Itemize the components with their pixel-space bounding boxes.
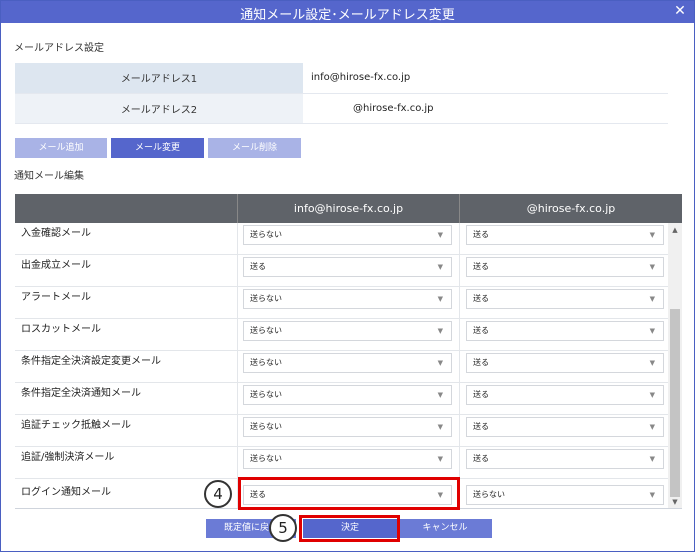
select-value: 送らない (250, 326, 282, 335)
notification-grid: info@hirose-fx.co.jp @hirose-fx.co.jp 入金… (15, 194, 682, 509)
grid-header: info@hirose-fx.co.jp @hirose-fx.co.jp (15, 194, 682, 223)
send-select[interactable]: 送る ▼ (466, 225, 664, 245)
table-row: 追証チェック抵触メール 送らない ▼ 送る ▼ (15, 415, 668, 447)
highlight-box (299, 515, 400, 542)
row-label: ロスカットメール (21, 324, 101, 335)
chevron-down-icon: ▼ (437, 455, 443, 463)
column-header (15, 194, 237, 223)
address-value[interactable]: info@hirose-fx.co.jp (303, 63, 668, 94)
send-select[interactable]: 送らない ▼ (243, 321, 452, 341)
select-value: 送る (473, 358, 489, 367)
select-value: 送らない (473, 490, 505, 499)
step-badge: 5 (269, 514, 297, 542)
address-label: メールアドレス1 (15, 63, 303, 94)
chevron-down-icon: ▼ (437, 359, 443, 367)
select-value: 送る (473, 262, 489, 271)
dialog-window: 通知メール設定･メールアドレス変更 ✕ メールアドレス設定 メールアドレス1 i… (0, 0, 695, 552)
send-select[interactable]: 送らない ▼ (466, 485, 664, 505)
change-email-button[interactable]: メール変更 (111, 138, 204, 158)
send-select[interactable]: 送る ▼ (466, 417, 664, 437)
table-row: 出金成立メール 送る ▼ 送る ▼ (15, 255, 668, 287)
select-value: 送らない (250, 454, 282, 463)
row-label: 入金確認メール (21, 228, 91, 239)
step-badge: 4 (204, 480, 232, 508)
row-label: 出金成立メール (21, 260, 91, 271)
address-row: メールアドレス1 info@hirose-fx.co.jp (15, 63, 668, 94)
select-value: 送る (473, 230, 489, 239)
send-select[interactable]: 送らない ▼ (243, 385, 452, 405)
chevron-down-icon: ▼ (649, 263, 655, 271)
send-select[interactable]: 送る ▼ (466, 321, 664, 341)
send-select[interactable]: 送らない ▼ (243, 449, 452, 469)
select-value: 送る (250, 262, 266, 271)
highlight-box (238, 477, 460, 510)
select-value: 送る (473, 390, 489, 399)
row-label: アラートメール (21, 292, 91, 303)
address-row: メールアドレス2 @hirose-fx.co.jp (15, 93, 668, 124)
select-value: 送らない (250, 358, 282, 367)
row-label: 条件指定全決済通知メール (21, 388, 141, 399)
chevron-down-icon: ▼ (437, 263, 443, 271)
send-select[interactable]: 送る ▼ (466, 353, 664, 373)
select-value: 送らない (250, 422, 282, 431)
send-select[interactable]: 送らない ▼ (243, 289, 452, 309)
chevron-down-icon: ▼ (649, 491, 655, 499)
table-row: 入金確認メール 送らない ▼ 送る ▼ (15, 223, 668, 255)
chevron-down-icon: ▼ (649, 359, 655, 367)
add-email-button[interactable]: メール追加 (15, 138, 107, 158)
send-select[interactable]: 送る ▼ (466, 449, 664, 469)
address-label: メールアドレス2 (15, 93, 303, 124)
send-select[interactable]: 送る ▼ (466, 257, 664, 277)
select-value: 送る (473, 326, 489, 335)
scroll-up-icon[interactable]: ▲ (668, 223, 682, 237)
chevron-down-icon: ▼ (649, 455, 655, 463)
select-value: 送る (473, 454, 489, 463)
address-table: メールアドレス1 info@hirose-fx.co.jp メールアドレス2 @… (15, 63, 668, 124)
column-header: @hirose-fx.co.jp (459, 194, 682, 223)
delete-email-button[interactable]: メール削除 (208, 138, 301, 158)
close-icon[interactable]: ✕ (672, 3, 688, 19)
vertical-scrollbar[interactable]: ▲ ▼ (668, 223, 682, 508)
chevron-down-icon: ▼ (437, 327, 443, 335)
cancel-button[interactable]: キャンセル (398, 519, 492, 538)
send-select[interactable]: 送る ▼ (466, 385, 664, 405)
select-value: 送らない (250, 230, 282, 239)
address-value[interactable]: @hirose-fx.co.jp (303, 93, 668, 124)
send-select[interactable]: 送る ▼ (243, 257, 452, 277)
send-select[interactable]: 送らない ▼ (243, 353, 452, 373)
notify-section-label: 通知メール編集 (14, 171, 84, 182)
chevron-down-icon: ▼ (649, 391, 655, 399)
chevron-down-icon: ▼ (649, 327, 655, 335)
chevron-down-icon: ▼ (437, 295, 443, 303)
row-label: ログイン通知メール (21, 487, 111, 498)
send-select[interactable]: 送る ▼ (466, 289, 664, 309)
column-header: info@hirose-fx.co.jp (237, 194, 459, 223)
table-row: ロスカットメール 送らない ▼ 送る ▼ (15, 319, 668, 351)
chevron-down-icon: ▼ (437, 231, 443, 239)
table-row: 追証/強制決済メール 送らない ▼ 送る ▼ (15, 447, 668, 479)
select-value: 送らない (250, 390, 282, 399)
chevron-down-icon: ▼ (437, 391, 443, 399)
scrollbar-thumb[interactable] (670, 309, 680, 497)
row-label: 追証/強制決済メール (21, 452, 115, 463)
address-section-label: メールアドレス設定 (14, 43, 104, 54)
table-row: アラートメール 送らない ▼ 送る ▼ (15, 287, 668, 319)
chevron-down-icon: ▼ (649, 231, 655, 239)
chevron-down-icon: ▼ (649, 423, 655, 431)
table-row: 条件指定全決済設定変更メール 送らない ▼ 送る ▼ (15, 351, 668, 383)
select-value: 送らない (250, 294, 282, 303)
select-value: 送る (473, 422, 489, 431)
table-row: 条件指定全決済通知メール 送らない ▼ 送る ▼ (15, 383, 668, 415)
select-value: 送る (473, 294, 489, 303)
send-select[interactable]: 送らない ▼ (243, 225, 452, 245)
row-label: 条件指定全決済設定変更メール (21, 356, 161, 367)
row-label: 追証チェック抵触メール (21, 420, 131, 431)
dialog-title: 通知メール設定･メールアドレス変更 (240, 8, 455, 23)
send-select[interactable]: 送らない ▼ (243, 417, 452, 437)
scroll-down-icon[interactable]: ▼ (668, 495, 682, 508)
chevron-down-icon: ▼ (649, 295, 655, 303)
chevron-down-icon: ▼ (437, 423, 443, 431)
title-bar: 通知メール設定･メールアドレス変更 ✕ (1, 1, 694, 23)
